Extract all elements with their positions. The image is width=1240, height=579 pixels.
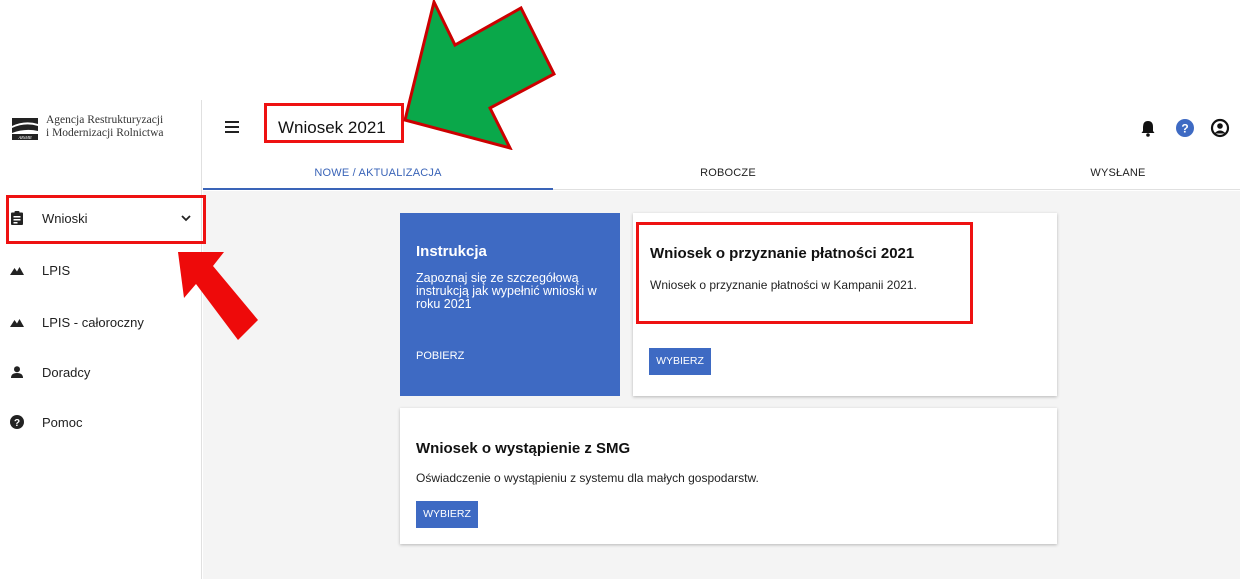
sidebar-item-pomoc[interactable]: ? Pomoc xyxy=(0,402,202,442)
sidebar-item-label: Wnioski xyxy=(42,210,88,226)
tab-wyslane[interactable]: WYSŁANE xyxy=(943,160,1240,190)
green-arrow-annotation xyxy=(403,0,556,150)
tab-robocze[interactable]: ROBOCZE xyxy=(553,160,903,190)
landscape-icon xyxy=(10,263,24,277)
person-icon xyxy=(10,365,24,379)
smg-card-title: Wniosek o wystąpienie z SMG xyxy=(416,440,631,457)
smg-card-description: Oświadczenie o wystąpieniu z systemu dla… xyxy=(416,471,759,485)
logo-line-1: Agencja Restrukturyzacji xyxy=(46,114,164,126)
sidebar-item-label: Pomoc xyxy=(42,414,83,430)
instruction-card: Instrukcja Zapoznaj się ze szczegółową i… xyxy=(400,213,620,396)
tab-bar: NOWE / AKTUALIZACJA ROBOCZE WYSŁANE xyxy=(203,160,1240,190)
svg-text:ARiMR: ARiMR xyxy=(17,135,31,140)
svg-text:?: ? xyxy=(1181,122,1188,136)
sidebar-item-label: LPIS xyxy=(42,262,71,278)
help-icon: ? xyxy=(10,415,24,429)
sidebar-item-label: LPIS - całoroczny xyxy=(42,314,144,330)
logo-line-2: i Modernizacji Rolnictwa xyxy=(46,127,164,139)
payment-card-title: Wniosek o przyznanie płatności 2021 xyxy=(650,245,915,262)
svg-text:?: ? xyxy=(14,418,20,429)
clipboard-icon xyxy=(10,211,24,225)
sidebar-item-lpis[interactable]: LPIS xyxy=(0,250,202,290)
instruction-text: Zapoznaj się ze szczegółową instrukcją j… xyxy=(416,271,597,311)
hamburger-menu-icon[interactable] xyxy=(223,121,241,135)
payment-application-card: Wniosek o przyznanie płatności 2021 Wnio… xyxy=(633,213,1057,396)
arimr-logo: ARiMR Agencja Restrukturyzacji i Moderni… xyxy=(12,114,192,148)
download-link[interactable]: POBIERZ xyxy=(416,350,464,362)
landscape-icon xyxy=(10,315,24,329)
bell-icon[interactable] xyxy=(1138,118,1158,138)
arimr-logo-mark: ARiMR xyxy=(12,114,38,142)
page-title: Wniosek 2021 xyxy=(278,118,386,137)
account-icon[interactable] xyxy=(1210,118,1230,138)
sidebar-item-label: Doradcy xyxy=(42,364,91,380)
tab-nowe-aktualizacja[interactable]: NOWE / AKTUALIZACJA xyxy=(203,160,553,190)
help-icon[interactable]: ? xyxy=(1175,118,1195,138)
instruction-title: Instrukcja xyxy=(416,243,487,260)
sidebar: ARiMR Agencja Restrukturyzacji i Moderni… xyxy=(0,100,202,579)
header-actions: ? xyxy=(1120,118,1240,140)
sidebar-item-wnioski[interactable]: Wnioski xyxy=(0,198,202,238)
select-payment-button[interactable]: WYBIERZ xyxy=(649,348,711,375)
sidebar-item-lpis-caloroczny[interactable]: LPIS - całoroczny xyxy=(0,302,202,342)
payment-card-description: Wniosek o przyznanie płatności w Kampani… xyxy=(650,278,917,292)
select-smg-button[interactable]: WYBIERZ xyxy=(416,501,478,528)
sidebar-item-doradcy[interactable]: Doradcy xyxy=(0,352,202,392)
smg-withdrawal-card: Wniosek o wystąpienie z SMG Oświadczenie… xyxy=(400,408,1057,544)
chevron-down-icon[interactable] xyxy=(180,211,194,225)
